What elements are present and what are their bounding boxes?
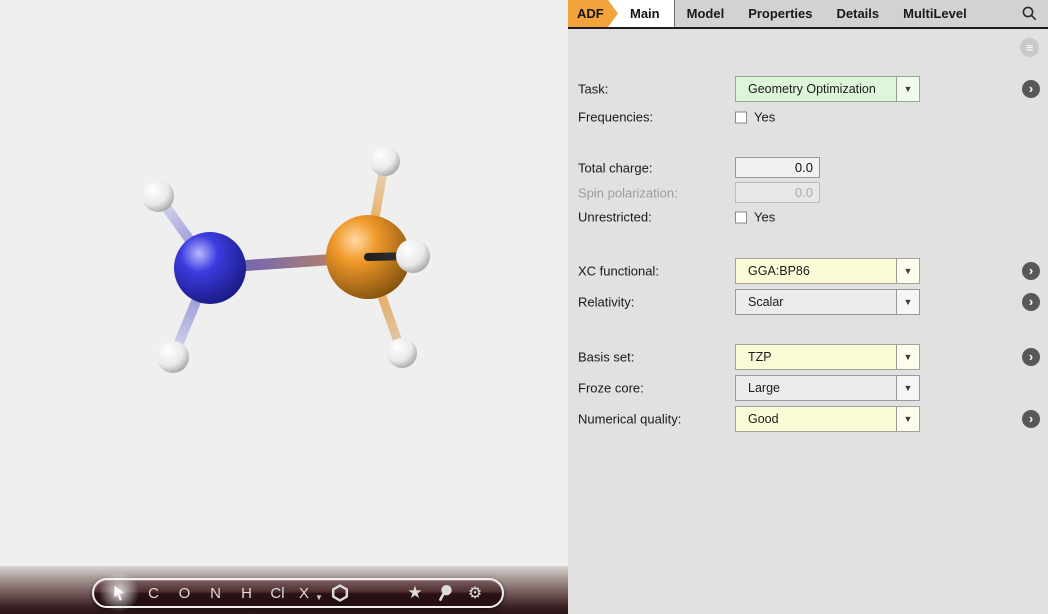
atom-h[interactable] (142, 180, 174, 212)
spin-polarization-input (735, 182, 820, 203)
panel-tab-bar: ADF Main Model Properties Details MultiL… (568, 0, 1048, 29)
row-frequencies: Frequencies: Yes (578, 108, 1038, 126)
secondary-tabs: Model Properties Details MultiLevel (673, 0, 1048, 27)
element-button-o[interactable]: O (169, 580, 200, 606)
row-basis-set: Basis set: TZP ▼ (578, 344, 1038, 370)
relativity-label: Relativity: (578, 294, 635, 310)
numerical-quality-label: Numerical quality: (578, 411, 682, 427)
chevron-right-icon: › (1028, 410, 1034, 426)
chevron-right-icon: › (1028, 80, 1034, 96)
unrestricted-label: Unrestricted: (578, 209, 652, 225)
settings-tool-button[interactable]: ⚙ (460, 580, 490, 606)
molecule-viewer[interactable]: C O N H Cl X ▼ ★ ⚙ (0, 0, 568, 614)
chevron-right-icon: › (1028, 348, 1034, 364)
total-charge-input[interactable] (735, 157, 820, 178)
xc-functional-select[interactable]: GGA:BP86 ▼ (735, 258, 920, 284)
element-button-x[interactable]: X (293, 580, 315, 606)
relativity-details-button[interactable]: › (1022, 293, 1040, 311)
chevron-right-icon: › (1028, 293, 1034, 309)
hexagon-ring-icon (331, 584, 348, 602)
dropdown-arrow-icon[interactable]: ▼ (896, 259, 919, 283)
task-label: Task: (578, 81, 609, 97)
tab-multilevel[interactable]: MultiLevel (903, 6, 967, 21)
input-panel: ADF Main Model Properties Details MultiL… (568, 0, 1048, 614)
builder-toolbar: C O N H Cl X ▼ ★ ⚙ (92, 571, 504, 613)
row-total-charge: Total charge: (578, 157, 1038, 178)
tab-main-label: Main (630, 6, 660, 21)
select-tool-button[interactable] (98, 571, 140, 613)
total-charge-label: Total charge: (578, 160, 653, 175)
xc-functional-value: GGA:BP86 (748, 264, 810, 278)
xc-functional-label: XC functional: (578, 263, 659, 279)
dropdown-arrow-icon[interactable]: ▼ (896, 345, 919, 369)
gear-icon: ⚙ (467, 585, 483, 602)
relativity-value: Scalar (748, 295, 784, 309)
basis-set-details-button[interactable]: › (1022, 348, 1040, 366)
frequencies-label: Frequencies: (578, 109, 654, 125)
molecule-svg[interactable] (0, 0, 568, 568)
tab-properties[interactable]: Properties (748, 6, 812, 21)
panel-menu-button[interactable]: ≡ (1020, 38, 1039, 57)
basis-set-value: TZP (748, 350, 772, 364)
dropdown-arrow-icon[interactable]: ▼ (896, 290, 919, 314)
atom-h[interactable] (157, 341, 189, 373)
element-button-n[interactable]: N (200, 580, 231, 606)
tab-main[interactable]: Main (618, 0, 674, 27)
frequencies-checkbox[interactable] (735, 111, 747, 123)
viewer-bottom-bar: C O N H Cl X ▼ ★ ⚙ (0, 566, 568, 614)
atom-h[interactable] (396, 239, 430, 273)
row-unrestricted: Unrestricted: Yes (578, 208, 1038, 226)
row-froze-core: Froze core: Large ▼ (578, 375, 1038, 401)
optimize-tool-button[interactable] (430, 580, 460, 606)
task-details-button[interactable]: › (1022, 80, 1040, 98)
numerical-quality-select[interactable]: Good ▼ (735, 406, 920, 432)
tab-adf-label: ADF (577, 6, 604, 21)
unrestricted-checkbox-label: Yes (754, 209, 776, 225)
row-relativity: Relativity: Scalar ▼ (578, 289, 1038, 315)
froze-core-value: Large (748, 381, 780, 395)
dropdown-arrow-icon[interactable]: ▼ (896, 77, 919, 101)
row-task: Task: Geometry Optimization ▼ (578, 76, 1038, 102)
ring-tool-button[interactable] (325, 580, 355, 606)
element-button-c[interactable]: C (138, 580, 169, 606)
tab-details[interactable]: Details (837, 6, 880, 21)
row-numerical-quality: Numerical quality: Good ▼ (578, 406, 1038, 432)
xc-functional-details-button[interactable]: › (1022, 262, 1040, 280)
tab-model[interactable]: Model (687, 6, 725, 21)
spin-polarization-label: Spin polarization: (578, 185, 678, 200)
basis-set-select[interactable]: TZP ▼ (735, 344, 920, 370)
element-button-cl[interactable]: Cl (262, 580, 293, 606)
search-button[interactable] (1021, 5, 1038, 22)
basis-set-label: Basis set: (578, 349, 635, 365)
active-tool-glow (98, 571, 140, 613)
unrestricted-checkbox[interactable] (735, 211, 747, 223)
atom-h[interactable] (387, 338, 417, 368)
structures-tool-button[interactable]: ★ (400, 580, 430, 606)
froze-core-label: Froze core: (578, 380, 644, 396)
element-dropdown-arrow-icon[interactable]: ▼ (315, 593, 323, 602)
relativity-select[interactable]: Scalar ▼ (735, 289, 920, 315)
star-icon: ★ (407, 583, 423, 602)
dropdown-arrow-icon[interactable]: ▼ (896, 407, 919, 431)
atom-h[interactable] (370, 146, 400, 176)
atom-n[interactable] (174, 232, 246, 304)
dropdown-arrow-icon[interactable]: ▼ (896, 376, 919, 400)
frequencies-checkbox-label: Yes (754, 109, 776, 125)
task-value: Geometry Optimization (748, 82, 876, 96)
tab-adf[interactable]: ADF (568, 0, 618, 27)
element-button-h[interactable]: H (231, 580, 262, 606)
row-xc-functional: XC functional: GGA:BP86 ▼ (578, 258, 1038, 284)
hamburger-icon: ≡ (1025, 40, 1034, 55)
search-icon (1022, 6, 1036, 20)
element-tool-group: C O N H Cl X ▼ (138, 580, 325, 606)
balloon-wand-icon (439, 585, 452, 601)
task-select[interactable]: Geometry Optimization ▼ (735, 76, 920, 102)
numerical-quality-value: Good (748, 412, 779, 426)
chevron-right-icon: › (1028, 262, 1034, 278)
numerical-quality-details-button[interactable]: › (1022, 410, 1040, 428)
froze-core-select[interactable]: Large ▼ (735, 375, 920, 401)
row-spin-polarization: Spin polarization: (578, 182, 1038, 203)
